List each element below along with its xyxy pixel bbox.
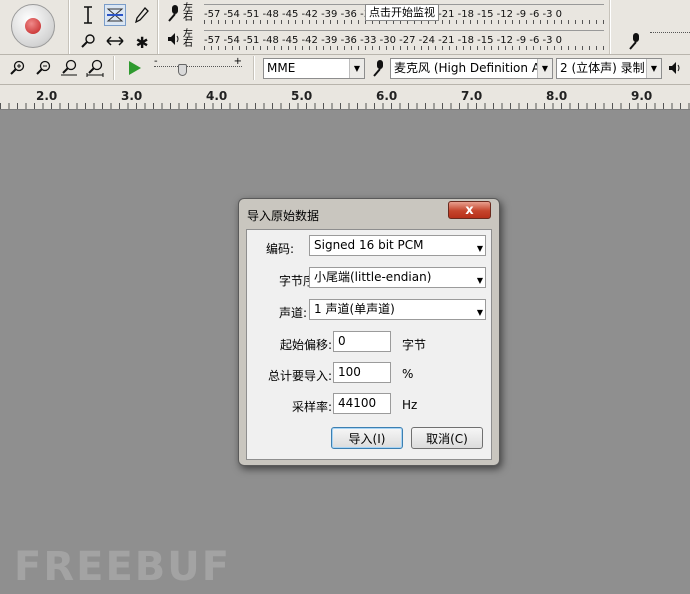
- sample-rate-value: 44100: [338, 396, 377, 410]
- ruler-label: 6.0: [376, 89, 398, 103]
- microphone-meter-icon[interactable]: 左右: [167, 3, 199, 23]
- cancel-button-label: 取消(C): [426, 431, 468, 446]
- byte-order-value: 小尾端(little-endian): [314, 270, 432, 284]
- chevron-down-icon: ▼: [537, 59, 552, 78]
- ruler-label: 2.0: [36, 89, 58, 103]
- selection-tool-icon[interactable]: [77, 4, 99, 26]
- close-button[interactable]: x: [448, 201, 491, 219]
- envelope-tool-icon[interactable]: [104, 4, 126, 26]
- chevron-down-icon: ▼: [476, 244, 483, 253]
- ruler-ticks: [0, 103, 690, 109]
- ruler-label: 3.0: [121, 89, 143, 103]
- fit-project-icon[interactable]: [84, 57, 106, 79]
- input-channels-select[interactable]: 2 (立体声) 录制 ▼: [556, 58, 662, 79]
- ruler-label: 4.0: [206, 89, 228, 103]
- divider: [0, 54, 690, 55]
- mixer-slider-track[interactable]: [650, 32, 690, 46]
- cancel-button[interactable]: 取消(C): [411, 427, 483, 449]
- amount-unit: %: [402, 367, 414, 381]
- channels-value: 1 声道(单声道): [314, 302, 395, 316]
- encoding-label: 编码:: [265, 242, 294, 256]
- right-channel-label: 右: [183, 38, 193, 49]
- play-at-speed-icon[interactable]: [124, 57, 146, 79]
- chevron-down-icon: ▼: [476, 308, 483, 317]
- dialog-body: 编码: Signed 16 bit PCM ▼ 字节序: 小尾端(little-…: [246, 229, 492, 460]
- divider: [113, 56, 115, 80]
- zoom-tool-icon[interactable]: [77, 30, 99, 52]
- divider: [253, 56, 255, 80]
- offset-value: 0: [338, 334, 346, 348]
- microphone-icon: [368, 57, 390, 79]
- zoom-in-icon[interactable]: [6, 57, 28, 79]
- slider-track: [154, 66, 242, 67]
- ruler-label: 9.0: [631, 89, 653, 103]
- audio-host-select[interactable]: MME ▼: [263, 58, 365, 79]
- sample-rate-label: 采样率:: [291, 400, 332, 414]
- input-device-value: 麦克风 (High Definition Au: [394, 61, 548, 75]
- offset-unit: 字节: [402, 338, 427, 352]
- divider: [157, 0, 159, 54]
- playback-meter-scale: -57 -54 -51 -48 -45 -42 -39 -36 -33 -30 …: [204, 35, 562, 46]
- playback-meter[interactable]: -57 -54 -51 -48 -45 -42 -39 -36 -33 -30 …: [204, 30, 604, 50]
- draw-tool-icon[interactable]: [131, 4, 153, 26]
- slider-thumb[interactable]: [178, 64, 187, 76]
- record-button[interactable]: [11, 4, 55, 48]
- speaker-meter-icon[interactable]: 左右: [167, 29, 199, 49]
- sample-rate-unit: Hz: [402, 398, 418, 412]
- input-device-select[interactable]: 麦克风 (High Definition Au ▼: [390, 58, 553, 79]
- import-raw-dialog: 导入原始数据 x 编码: Signed 16 bit PCM ▼ 字节序: 小尾…: [238, 198, 500, 466]
- zoom-out-icon[interactable]: [32, 57, 54, 79]
- speaker-icon: [664, 57, 686, 79]
- record-icon: [25, 18, 41, 34]
- encoding-select[interactable]: Signed 16 bit PCM ▼: [309, 235, 486, 256]
- play-speed-slider[interactable]: - +: [152, 56, 244, 80]
- dialog-titlebar[interactable]: 导入原始数据 x: [239, 199, 499, 229]
- import-button[interactable]: 导入(I): [331, 427, 403, 449]
- byte-order-select[interactable]: 小尾端(little-endian) ▼: [309, 267, 486, 288]
- divider: [609, 0, 611, 54]
- channels-label: 声道:: [278, 306, 307, 320]
- fit-selection-icon[interactable]: [58, 57, 80, 79]
- timeshift-tool-icon[interactable]: [104, 30, 126, 52]
- playback-meter-ticks: [204, 46, 604, 50]
- ruler-label: 5.0: [291, 89, 313, 103]
- amount-label: 总计要导入:: [267, 369, 332, 383]
- monitor-tooltip: 点击开始监视: [365, 4, 439, 21]
- amount-value: 100: [338, 365, 361, 379]
- record-area: [0, 0, 66, 52]
- sample-rate-input[interactable]: 44100: [333, 393, 391, 414]
- divider: [68, 0, 70, 54]
- close-icon: x: [465, 202, 474, 218]
- multi-tool-icon[interactable]: ✱: [131, 29, 153, 53]
- channels-select[interactable]: 1 声道(单声道) ▼: [309, 299, 486, 320]
- timeline-ruler[interactable]: 2.0 3.0 4.0 5.0 6.0 7.0 8.0 9.0: [0, 84, 690, 110]
- microphone-volume-icon: [624, 30, 646, 52]
- chevron-down-icon: ▼: [349, 59, 364, 78]
- right-channel-label: 右: [183, 12, 193, 23]
- ruler-label: 7.0: [461, 89, 483, 103]
- amount-input[interactable]: 100: [333, 362, 391, 383]
- import-button-label: 导入(I): [348, 431, 386, 446]
- encoding-value: Signed 16 bit PCM: [314, 238, 424, 252]
- ruler-label: 8.0: [546, 89, 568, 103]
- chevron-down-icon: ▼: [646, 59, 661, 78]
- chevron-down-icon: ▼: [476, 276, 483, 285]
- offset-label: 起始偏移:: [279, 338, 332, 352]
- offset-input[interactable]: 0: [333, 331, 391, 352]
- dialog-title: 导入原始数据: [247, 209, 320, 223]
- watermark-logo: FREEBUF: [14, 544, 232, 590]
